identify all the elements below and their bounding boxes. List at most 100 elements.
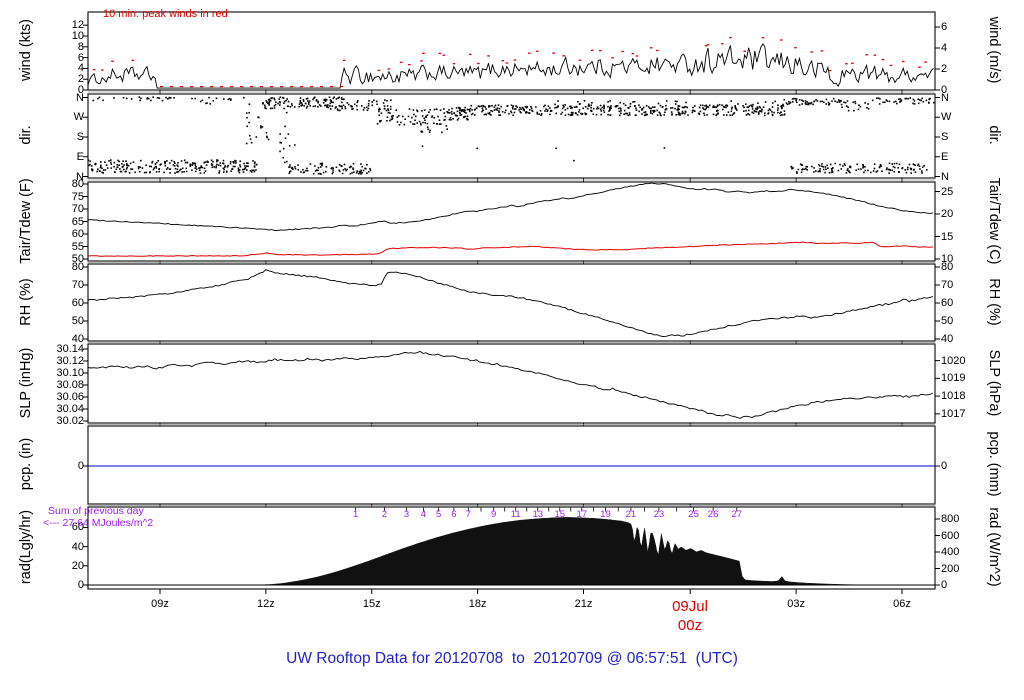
- dir-dot: [555, 112, 557, 115]
- dir-dot: [560, 113, 562, 115]
- dir-dot: [108, 160, 110, 162]
- dir-dot: [204, 170, 207, 172]
- dir-dot: [327, 104, 329, 106]
- dir-dot: [332, 97, 335, 100]
- dir-dot: [641, 109, 643, 111]
- dir-dot: [194, 97, 196, 100]
- dir-dot: [271, 97, 274, 99]
- dir-dot: [415, 115, 417, 118]
- dir-dot: [300, 102, 303, 104]
- left-tick-label-dir: N: [76, 91, 84, 104]
- dir-dot: [682, 112, 684, 114]
- dir-dot: [867, 169, 869, 172]
- dir-dot: [658, 111, 661, 114]
- dir-dot: [699, 110, 702, 113]
- dir-dot: [141, 167, 144, 169]
- dir-dot: [670, 107, 672, 109]
- dir-dot: [758, 105, 761, 108]
- dir-dot: [898, 171, 900, 173]
- dir-dot: [298, 105, 300, 108]
- dir-dot: [205, 164, 208, 166]
- dir-dot: [576, 105, 578, 108]
- dir-dot: [101, 167, 103, 169]
- dir-dot: [119, 168, 121, 170]
- wind-peak-dash: [229, 85, 234, 88]
- dir-dot: [223, 168, 225, 171]
- dir-dot: [817, 170, 820, 173]
- dir-dot: [452, 118, 454, 120]
- dir-dot: [308, 101, 310, 104]
- dir-dot: [291, 104, 293, 107]
- dir-dot: [91, 168, 93, 170]
- dir-dot: [226, 171, 228, 173]
- dir-dot: [656, 109, 658, 112]
- dir-dot: [143, 171, 146, 174]
- dir-dot: [505, 109, 507, 112]
- dir-dot: [822, 166, 825, 168]
- dir-dot: [582, 107, 584, 110]
- dir-dot: [465, 112, 467, 114]
- left-tick-label-tair: 65: [71, 215, 84, 228]
- dir-dot: [382, 102, 385, 104]
- dir-dot: [217, 164, 220, 166]
- dir-dot: [888, 172, 890, 174]
- dir-dot: [329, 102, 331, 105]
- dir-dot: [619, 101, 622, 104]
- dir-dot: [279, 96, 282, 98]
- dir-dot: [541, 113, 543, 115]
- dir-dot: [176, 164, 178, 166]
- dir-dot: [265, 107, 267, 110]
- dir-dot: [349, 165, 352, 168]
- dir-dot: [449, 117, 452, 119]
- dir-dot: [305, 107, 308, 109]
- dir-dot: [596, 108, 598, 110]
- dir-dot: [634, 114, 637, 117]
- dir-dot: [678, 108, 680, 111]
- dir-dot: [591, 102, 593, 104]
- dir-dot: [483, 113, 486, 116]
- dir-dot: [234, 165, 236, 168]
- wind-peak-dot: [621, 50, 625, 53]
- dir-dot: [312, 172, 315, 175]
- dir-dot: [747, 109, 750, 112]
- dir-dot: [754, 108, 757, 110]
- dir-dot: [309, 105, 311, 107]
- dir-dot: [98, 170, 101, 172]
- dir-dot: [456, 114, 459, 117]
- dir-dot: [199, 172, 202, 174]
- dir-dot: [368, 100, 370, 102]
- dir-dot: [286, 105, 289, 107]
- dir-dot: [255, 136, 258, 138]
- dir-dot: [484, 106, 486, 108]
- dir-dot: [904, 97, 907, 100]
- dir-dot: [917, 102, 920, 105]
- dir-dot: [722, 108, 724, 111]
- dir-dot: [268, 104, 270, 106]
- wind-peak-dot: [918, 66, 921, 68]
- dir-dot: [137, 166, 140, 168]
- dir-dot: [476, 147, 478, 150]
- dir-dot: [650, 109, 652, 112]
- dir-dot: [433, 122, 435, 124]
- wind-peak-dot: [399, 61, 403, 64]
- dir-dot: [210, 162, 213, 165]
- dir-dot: [439, 109, 442, 111]
- dir-dot: [100, 165, 102, 167]
- dir-dot: [115, 168, 118, 171]
- dir-dot: [273, 107, 276, 109]
- dir-dot: [288, 172, 291, 175]
- dir-dot: [840, 168, 843, 170]
- dir-dot: [139, 166, 141, 168]
- dir-dot: [282, 156, 284, 159]
- wind-peak-dash: [219, 85, 224, 88]
- dir-dot: [489, 105, 491, 107]
- dir-dot: [342, 169, 345, 171]
- dir-dot: [201, 166, 204, 169]
- dir-dot: [431, 115, 434, 117]
- dir-dot: [717, 113, 719, 115]
- dir-dot: [847, 106, 849, 109]
- dir-dot: [250, 141, 253, 144]
- dir-dot: [567, 113, 570, 116]
- dir-dot: [873, 167, 876, 170]
- dir-dot: [154, 163, 157, 165]
